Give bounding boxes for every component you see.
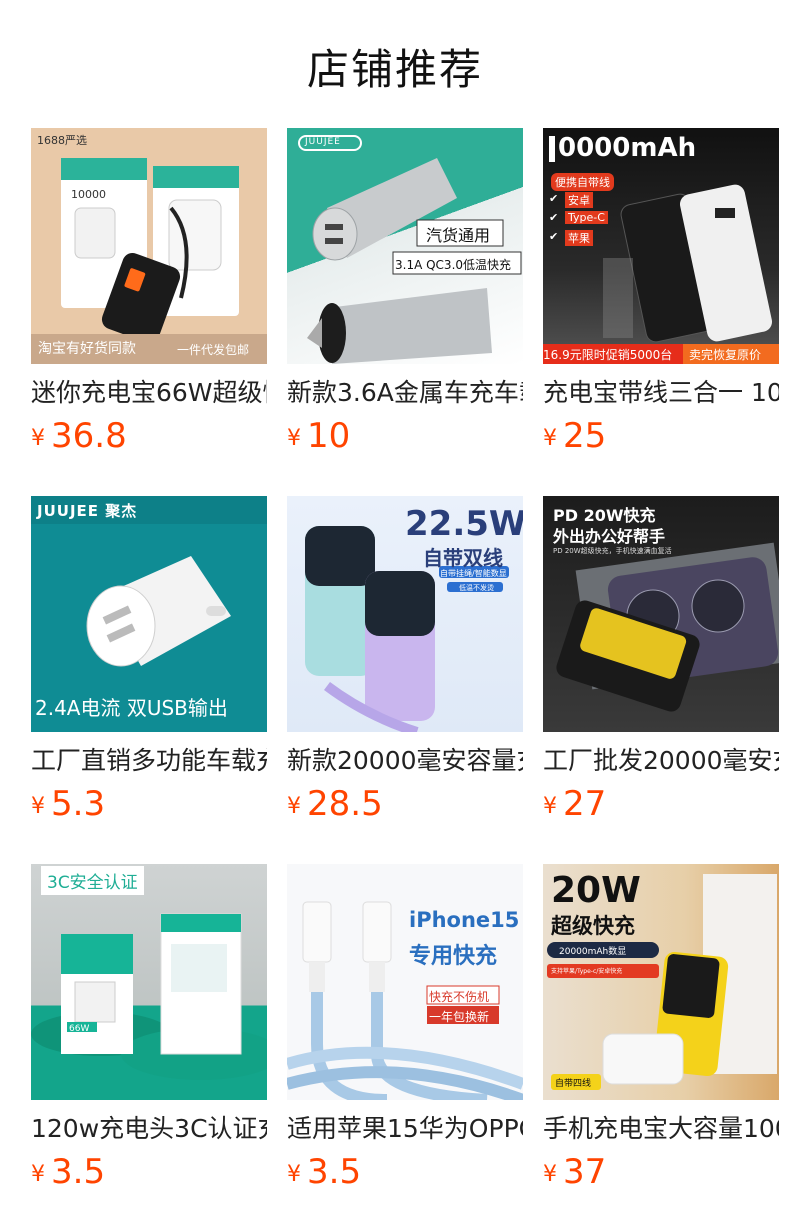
product-image[interactable]: 20W 超级快充 20000mAh数显 支持苹果/Type-c/安卓快充 自带四… xyxy=(543,864,779,1100)
image-subtext: PD 20W超级快充，手机快速满血复活 xyxy=(553,547,672,555)
price-value: 27 xyxy=(563,784,607,824)
brand-logo: JUUJEE xyxy=(305,137,341,147)
product-price: ¥37 xyxy=(543,1150,779,1197)
product-price: ¥28.5 xyxy=(287,782,523,829)
product-image[interactable]: JUUJEE 聚杰 2.4A电流 双USB输出 xyxy=(31,496,267,732)
product-name[interactable]: 120w充电头3C认证充电器 xyxy=(31,1112,267,1146)
image-tag: 自带挂绳/智能数显 xyxy=(440,569,507,578)
image-tag: 自带四线 xyxy=(555,1079,592,1089)
product-card[interactable]: 1688严选 10000 淘宝有好货同款 一件代发包邮 迷你充电宝66W超级快充… xyxy=(31,128,267,461)
product-name[interactable]: 工厂直销多功能车载充电器 xyxy=(31,744,267,778)
currency-symbol: ¥ xyxy=(287,426,301,451)
price-value: 28.5 xyxy=(307,784,383,824)
product-name[interactable]: 工厂批发20000毫安充电宝 xyxy=(543,744,779,778)
price-value: 36.8 xyxy=(51,416,127,456)
price-value: 3.5 xyxy=(307,1152,362,1192)
product-card[interactable]: 3C安全认证 66W 120w充电头3C认证充电器 ¥3.5 xyxy=(31,864,267,1197)
image-tag: 20000mAh数显 xyxy=(559,947,627,957)
headline: 22.5W xyxy=(405,504,523,544)
product-image[interactable]: 3C安全认证 66W xyxy=(31,864,267,1100)
product-card[interactable]: iPhone15 专用快充 快充不伤机 一年包换新 适用苹果15华为OPPO数据… xyxy=(287,864,523,1197)
product-price: ¥5.3 xyxy=(31,782,267,829)
check-icon: ✔ xyxy=(549,211,559,224)
image-label: 汽货通用 xyxy=(426,226,491,245)
product-image[interactable]: PD 20W快充 外出办公好帮手 PD 20W超级快充，手机快速满血复活 xyxy=(543,496,779,732)
car-charger-illustration xyxy=(298,135,522,364)
currency-symbol: ¥ xyxy=(543,794,557,819)
currency-symbol: ¥ xyxy=(543,426,557,451)
product-image[interactable]: iPhone15 专用快充 快充不伤机 一年包换新 xyxy=(287,864,523,1100)
product-card[interactable]: JUUJEE 聚杰 2.4A电流 双USB输出 工厂直销多功能车载充电器 ¥5.… xyxy=(31,496,267,829)
image-caption-right: 卖完恢复原价 xyxy=(689,348,762,362)
headline: 外出办公好帮手 xyxy=(553,527,666,546)
product-price: ¥10 xyxy=(287,414,523,461)
product-image[interactable]: 1688严选 10000 淘宝有好货同款 一件代发包邮 xyxy=(31,128,267,364)
headline: iPhone15 xyxy=(409,908,520,932)
price-value: 5.3 xyxy=(51,784,106,824)
image-badge: 66W xyxy=(69,1024,90,1034)
image-tag: 一年包换新 xyxy=(429,1010,490,1024)
product-name[interactable]: 新款20000毫安容量充电宝 xyxy=(287,744,523,778)
image-tag: 3C安全认证 xyxy=(41,866,144,895)
check-icon: ✔ xyxy=(549,230,559,243)
image-tag: 支持苹果/Type-c/安卓快充 xyxy=(551,968,623,975)
product-name[interactable]: 迷你充电宝66W超级快充 xyxy=(31,376,267,410)
headline: 0000mAh xyxy=(558,133,697,163)
product-name[interactable]: 充电宝带线三合一 10000mAh xyxy=(543,376,779,410)
product-price: ¥3.5 xyxy=(31,1150,267,1197)
headline: 超级快充 xyxy=(551,914,635,938)
product-card[interactable]: 0000mAh 便携自带线 ✔ 安卓 ✔ Type-C ✔ 苹果 16.9元限时… xyxy=(543,128,779,461)
image-tag: 安卓 xyxy=(565,192,593,208)
image-caption-right: 一件代发包邮 xyxy=(177,343,250,357)
image-caption-left: 16.9元限时促销5000台 xyxy=(543,348,673,362)
product-price: ¥36.8 xyxy=(31,414,267,461)
currency-symbol: ¥ xyxy=(31,1162,45,1187)
product-card[interactable]: PD 20W快充 外出办公好帮手 PD 20W超级快充，手机快速满血复活 工厂批… xyxy=(543,496,779,829)
product-name[interactable]: 手机充电宝大容量10000毫安 xyxy=(543,1112,779,1146)
charger-box-illustration xyxy=(31,913,267,1080)
product-card[interactable]: JUUJEE 汽货通用 3.1A QC3.0低温快充 新款3.6A金属车充车载充… xyxy=(287,128,523,461)
currency-symbol: ¥ xyxy=(287,1162,301,1187)
headline: 专用快充 xyxy=(409,944,498,969)
price-value: 37 xyxy=(563,1152,607,1192)
price-value: 10 xyxy=(307,416,351,456)
product-name[interactable]: 适用苹果15华为OPPO数据线 xyxy=(287,1112,523,1146)
product-image[interactable]: JUUJEE 汽货通用 3.1A QC3.0低温快充 xyxy=(287,128,523,364)
subheadline: 自带双线 xyxy=(423,546,503,570)
product-image[interactable]: 0000mAh 便携自带线 ✔ 安卓 ✔ Type-C ✔ 苹果 16.9元限时… xyxy=(543,128,779,364)
currency-symbol: ¥ xyxy=(31,794,45,819)
image-tag: 1688严选 xyxy=(37,134,87,147)
image-tag: 快充不伤机 xyxy=(429,990,490,1004)
power-bank-with-cables-illustration xyxy=(543,136,779,364)
check-icon: ✔ xyxy=(549,192,559,205)
image-caption-left: 淘宝有好货同款 xyxy=(38,341,136,357)
image-tag: 苹果 xyxy=(565,230,593,246)
brand-logo: JUUJEE 聚杰 xyxy=(37,502,138,520)
usb-c-cable-illustration xyxy=(287,901,523,1100)
product-card[interactable]: 22.5W 自带双线 自带挂绳/智能数显 低温不发烫 新款20000毫安容量充电… xyxy=(287,496,523,829)
product-price: ¥27 xyxy=(543,782,779,829)
currency-symbol: ¥ xyxy=(287,794,301,819)
image-tag: Type-C xyxy=(565,211,608,224)
product-price: ¥25 xyxy=(543,414,779,461)
image-tag: 便携自带线 xyxy=(551,173,614,191)
image-label: 3.1A QC3.0低温快充 xyxy=(395,258,512,272)
product-name[interactable]: 新款3.6A金属车充车载充电器 xyxy=(287,376,523,410)
image-number: 10000 xyxy=(71,188,106,201)
power-bank-box-illustration xyxy=(31,158,267,364)
product-image[interactable]: 22.5W 自带双线 自带挂绳/智能数显 低温不发烫 xyxy=(287,496,523,732)
product-price: ¥3.5 xyxy=(287,1150,523,1197)
currency-symbol: ¥ xyxy=(31,426,45,451)
price-value: 25 xyxy=(563,416,607,456)
headline: 20W xyxy=(551,870,641,911)
image-tag: 低温不发烫 xyxy=(459,584,494,592)
page-title: 店铺推荐 xyxy=(306,45,483,94)
currency-symbol: ¥ xyxy=(543,1162,557,1187)
product-card[interactable]: 20W 超级快充 20000mAh数显 支持苹果/Type-c/安卓快充 自带四… xyxy=(543,864,779,1197)
price-value: 3.5 xyxy=(51,1152,106,1192)
image-caption: 2.4A电流 双USB输出 xyxy=(35,696,228,720)
